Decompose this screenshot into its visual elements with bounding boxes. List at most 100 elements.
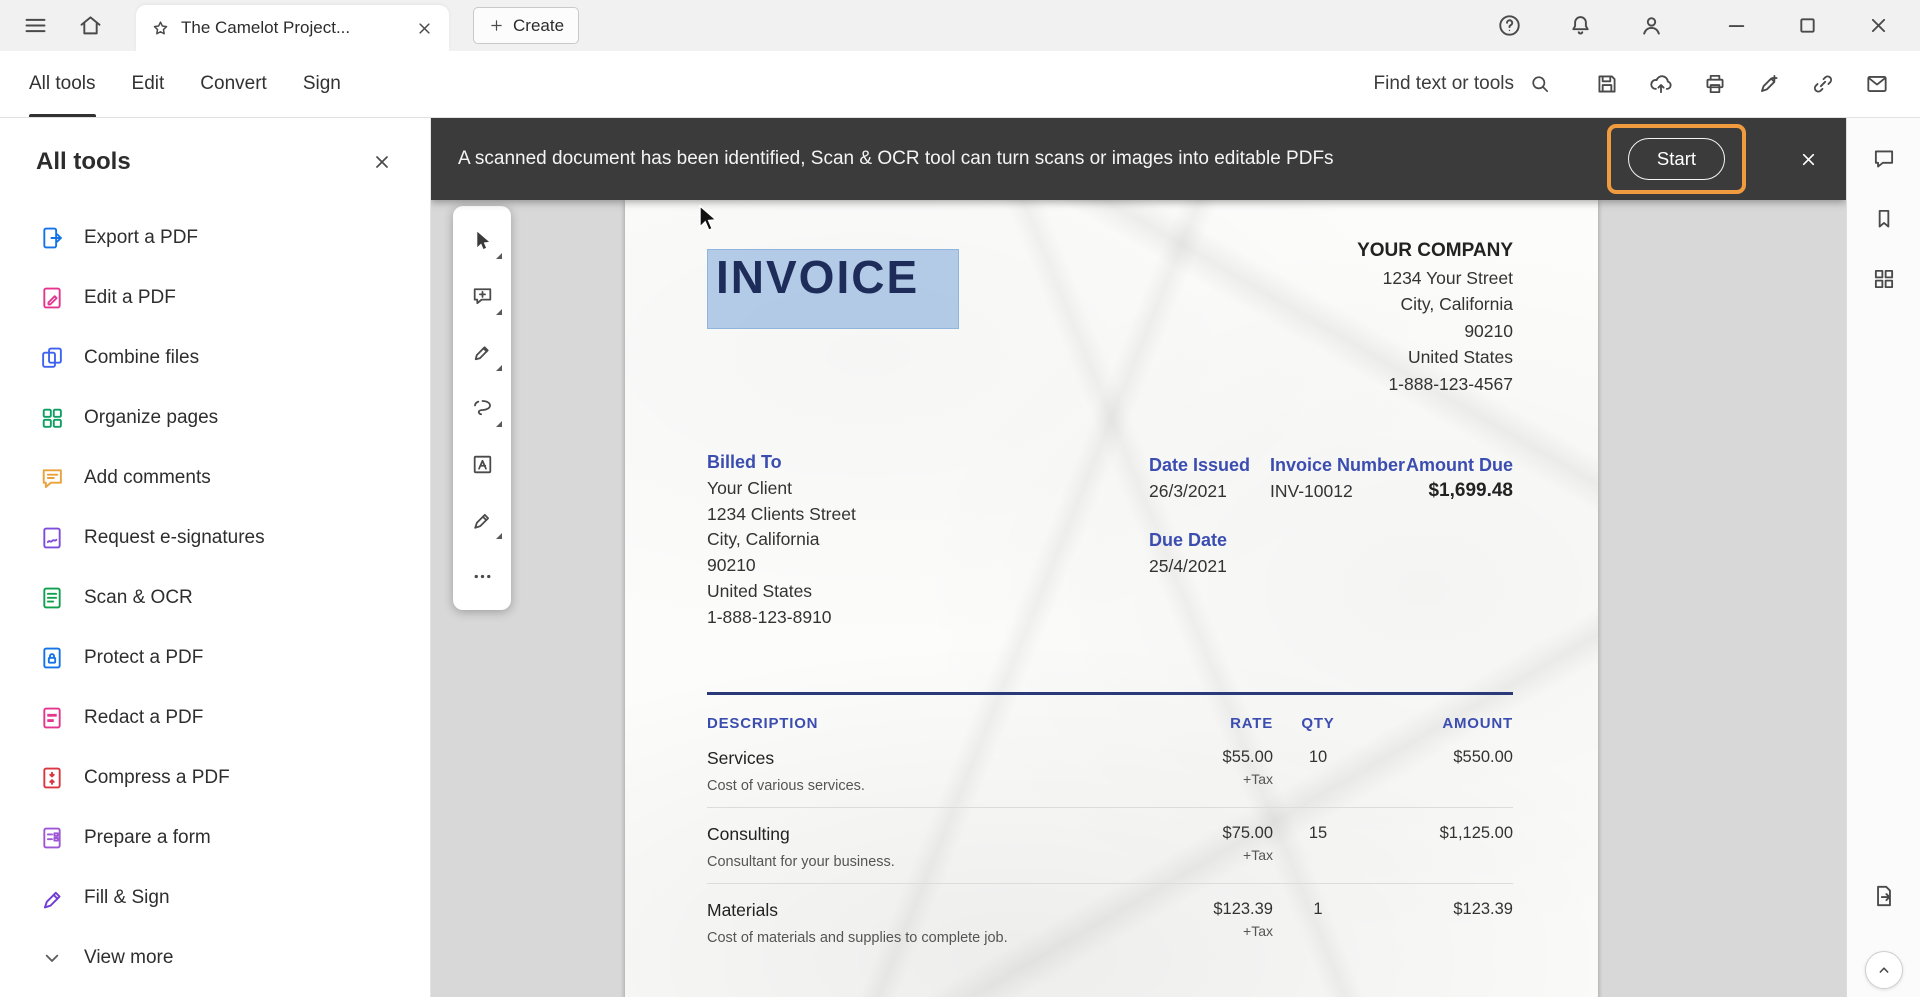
date-issued-label: Date Issued: [1149, 452, 1250, 478]
email-icon[interactable]: [1864, 71, 1890, 97]
row-qty: 15: [1273, 824, 1363, 870]
save-icon[interactable]: [1594, 71, 1620, 97]
amount-due-value: $1,699.48: [1406, 478, 1513, 504]
add-signature-icon[interactable]: [1756, 71, 1782, 97]
invoice-table-rows: ServicesCost of various services.$55.00+…: [707, 732, 1513, 959]
search-icon[interactable]: [1528, 72, 1552, 96]
start-button[interactable]: Start: [1628, 138, 1725, 180]
quick-tool-highlighter[interactable]: [453, 324, 511, 380]
row-qty: 10: [1273, 748, 1363, 794]
panel-header: All tools: [0, 118, 430, 176]
find-text-or-tools[interactable]: Find text or tools: [1374, 72, 1552, 96]
main-toolbar: All tools Edit Convert Sign Find text or to…: [0, 51, 1920, 118]
quick-tool-more-options[interactable]: [453, 548, 511, 604]
row-amount: $1,125.00: [1363, 824, 1513, 870]
sidebar-item-add-comments[interactable]: Add comments: [0, 448, 430, 508]
sidebar-item-fill-sign[interactable]: Fill & Sign: [0, 868, 430, 928]
sidebar-item-label: Compress a PDF: [84, 767, 230, 789]
address-line: 90210: [1193, 318, 1513, 345]
toolbar-tab-all-tools[interactable]: All tools: [29, 51, 96, 117]
bell-icon[interactable]: [1567, 12, 1594, 39]
row-detail: Cost of materials and supplies to comple…: [707, 930, 1143, 946]
sidebar-item-combine-files[interactable]: Combine files: [0, 328, 430, 388]
view-more-icon: [39, 945, 65, 971]
panel-title: All tools: [36, 148, 131, 176]
header-amount: AMOUNT: [1363, 715, 1513, 732]
address-line: 1234 Clients Street: [707, 502, 856, 528]
cloud-upload-icon[interactable]: [1648, 71, 1674, 97]
invoice-table-header: DESCRIPTION RATE QTY AMOUNT: [707, 715, 1513, 732]
tab-close-icon[interactable]: [414, 18, 435, 39]
quick-tool-add-text[interactable]: [453, 436, 511, 492]
link-icon[interactable]: [1810, 71, 1836, 97]
quick-tools-toolbar: [453, 206, 511, 610]
compress-pdf-icon: [39, 765, 65, 791]
sidebar-item-request-e-signatures[interactable]: Request e-signatures: [0, 508, 430, 568]
sign-pen-icon: [470, 508, 495, 533]
comments-icon[interactable]: [1871, 146, 1897, 172]
pdf-page[interactable]: INVOICE YOUR COMPANY 1234 Your StreetCit…: [625, 200, 1598, 997]
row-rate-note: +Tax: [1143, 923, 1273, 939]
sidebar-item-organize-pages[interactable]: Organize pages: [0, 388, 430, 448]
toolbar-tab-sign[interactable]: Sign: [303, 51, 341, 117]
billed-to-label: Billed To: [707, 450, 856, 476]
right-rail: [1846, 118, 1920, 997]
header-description: DESCRIPTION: [707, 715, 1143, 732]
user-icon[interactable]: [1638, 12, 1665, 39]
sidebar-item-label: Redact a PDF: [84, 707, 203, 729]
sidebar-item-protect-a-pdf[interactable]: Protect a PDF: [0, 628, 430, 688]
mouse-cursor: [697, 204, 721, 236]
find-label: Find text or tools: [1374, 73, 1514, 95]
toolbar-tab-edit[interactable]: Edit: [132, 51, 165, 117]
create-button[interactable]: Create: [473, 7, 579, 44]
quick-tool-select-arrow[interactable]: [453, 212, 511, 268]
row-rate: $75.00: [1143, 824, 1273, 843]
panel-close-icon[interactable]: [370, 150, 394, 174]
star-icon[interactable]: [150, 18, 171, 39]
collapse-rail-button[interactable]: [1865, 951, 1903, 989]
hamburger-menu-icon[interactable]: [22, 12, 49, 39]
sidebar-item-label: Export a PDF: [84, 227, 198, 249]
select-arrow-icon: [470, 228, 495, 253]
address-line: Your Client: [707, 476, 856, 502]
page-thumbnails-icon[interactable]: [1871, 266, 1897, 292]
combine-files-icon: [39, 345, 65, 371]
sidebar-item-label: Protect a PDF: [84, 647, 203, 669]
maximize-icon[interactable]: [1794, 12, 1821, 39]
row-amount: $123.39: [1363, 900, 1513, 946]
address-line: City, California: [707, 527, 856, 553]
toolbar-tab-convert[interactable]: Convert: [200, 51, 267, 117]
window-close-icon[interactable]: [1865, 12, 1892, 39]
company-block: YOUR COMPANY 1234 Your StreetCity, Calif…: [1193, 238, 1513, 397]
sidebar-item-scan-ocr[interactable]: Scan & OCR: [0, 568, 430, 628]
sidebar-item-prepare-a-form[interactable]: Prepare a form: [0, 808, 430, 868]
sidebar-item-compress-a-pdf[interactable]: Compress a PDF: [0, 748, 430, 808]
invoice-number-label: Invoice Number: [1270, 452, 1405, 478]
document-tab[interactable]: The Camelot Project...: [136, 5, 449, 51]
sidebar-item-edit-a-pdf[interactable]: Edit a PDF: [0, 268, 430, 328]
banner-close-icon[interactable]: [1797, 148, 1820, 171]
selected-text-highlight[interactable]: INVOICE: [707, 249, 959, 329]
row-rate-note: +Tax: [1143, 847, 1273, 863]
bookmarks-icon[interactable]: [1871, 206, 1897, 232]
sidebar-item-export-a-pdf[interactable]: Export a PDF: [0, 208, 430, 268]
redact-pdf-icon: [39, 705, 65, 731]
row-description: Materials: [707, 900, 1143, 921]
row-qty: 1: [1273, 900, 1363, 946]
invoice-number-block: Invoice Number INV-10012: [1270, 452, 1405, 504]
invoice-title: INVOICE: [708, 250, 958, 301]
help-icon[interactable]: [1496, 12, 1523, 39]
home-icon[interactable]: [77, 12, 104, 39]
plus-icon: [488, 17, 505, 34]
quick-tool-sign-pen[interactable]: [453, 492, 511, 548]
sidebar-item-redact-a-pdf[interactable]: Redact a PDF: [0, 688, 430, 748]
minimize-icon[interactable]: [1723, 12, 1750, 39]
print-icon[interactable]: [1702, 71, 1728, 97]
row-rate-note: +Tax: [1143, 771, 1273, 787]
quick-tool-add-comment[interactable]: [453, 268, 511, 324]
row-rate: $123.39: [1143, 900, 1273, 919]
export-doc-icon[interactable]: [1871, 883, 1897, 909]
sidebar-item-view-more[interactable]: View more: [0, 928, 430, 988]
quick-tool-lasso[interactable]: [453, 380, 511, 436]
row-amount: $550.00: [1363, 748, 1513, 794]
